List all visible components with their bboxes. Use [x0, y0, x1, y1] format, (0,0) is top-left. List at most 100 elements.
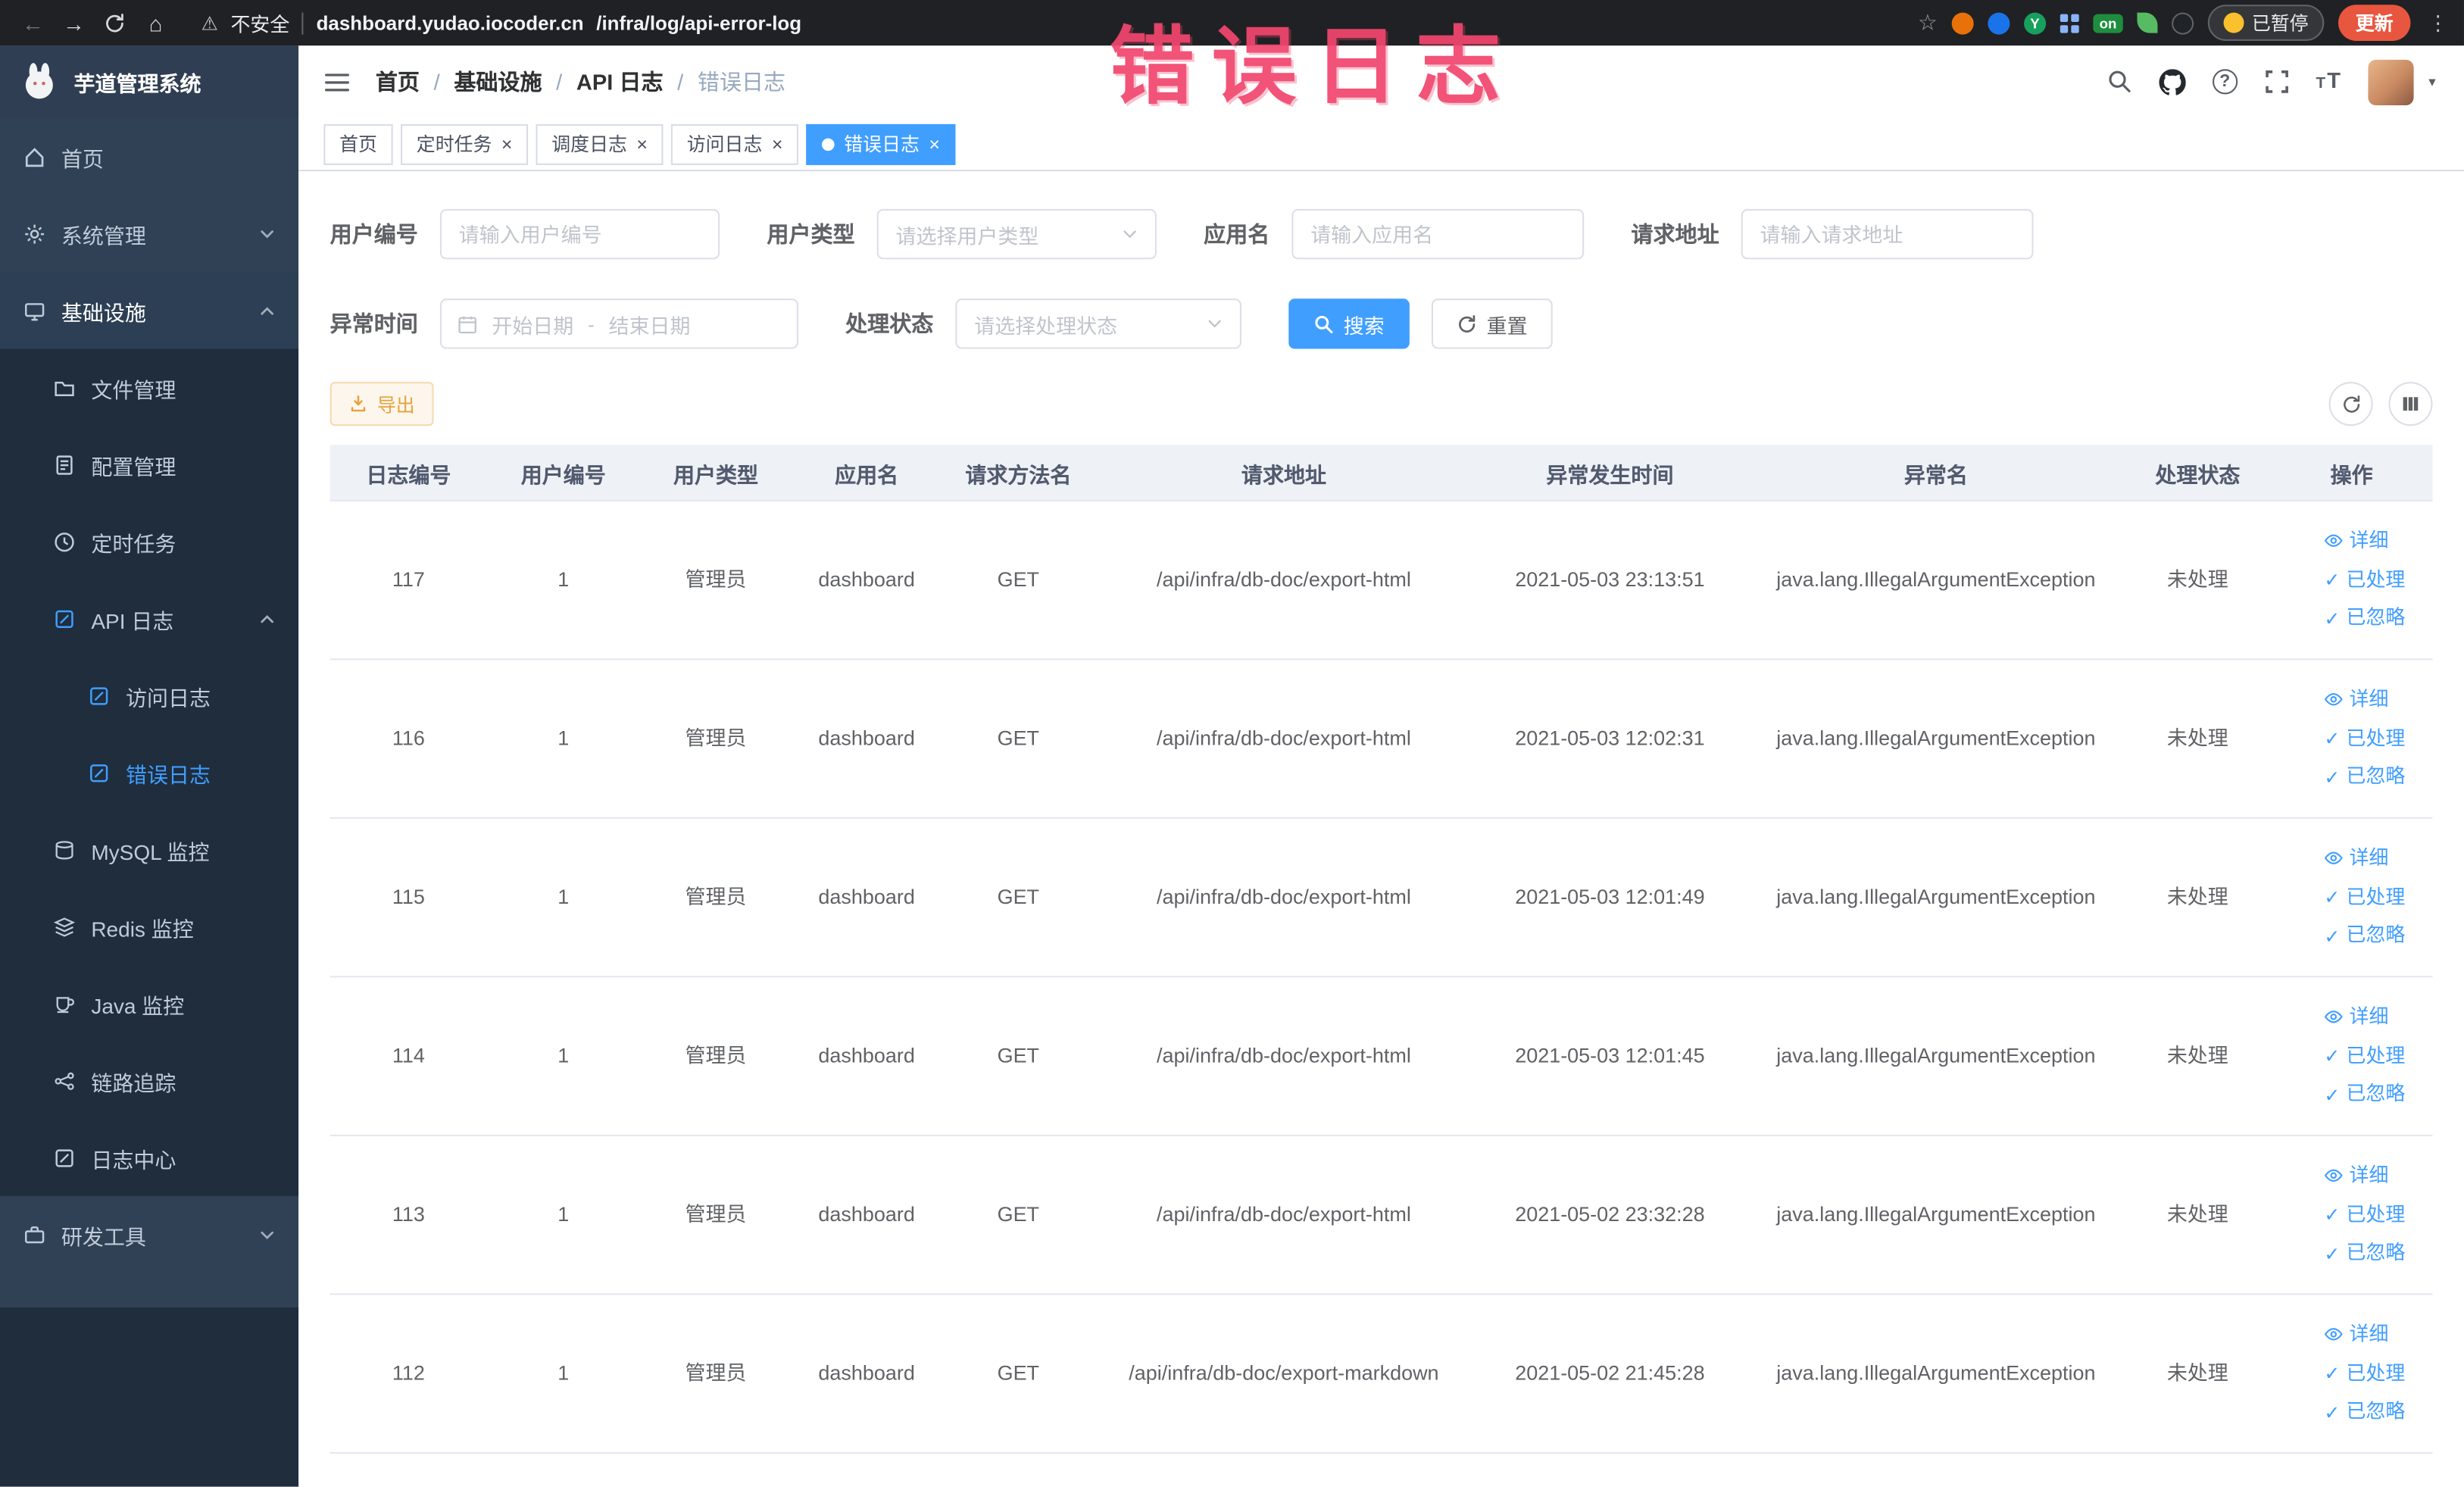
process-status-select[interactable]: 请选择处理状态	[955, 298, 1241, 349]
hamburger-icon[interactable]	[323, 68, 350, 95]
extension-icon-y[interactable]: Y	[2024, 11, 2047, 34]
sidebar-item-infrastructure[interactable]: 基础设施	[0, 271, 299, 349]
mark-ignored-link[interactable]: ✓ 已忽略	[2324, 923, 2405, 950]
sidebar-item-mysql-monitor[interactable]: MySQL 监控	[0, 811, 298, 888]
detail-link[interactable]: 详细	[2324, 686, 2388, 713]
mark-processed-link[interactable]: ✓ 已处理	[2324, 567, 2405, 593]
search-icon[interactable]	[2107, 69, 2132, 94]
tab-access-logs[interactable]: 访问日志 ×	[671, 123, 799, 164]
browser-back-icon[interactable]: ←	[16, 10, 51, 35]
mark-processed-link[interactable]: ✓ 已处理	[2324, 1201, 2405, 1228]
download-icon	[349, 395, 368, 414]
mark-processed-link[interactable]: ✓ 已处理	[2324, 1043, 2405, 1070]
extension-paw-icon[interactable]	[2172, 11, 2194, 34]
tab-scheduled-tasks[interactable]: 定时任务 ×	[401, 123, 529, 164]
breadcrumb-home[interactable]: 首页	[376, 66, 420, 97]
sidebar-item-home[interactable]: 首页	[0, 118, 298, 195]
tab-error-logs[interactable]: 错误日志 ×	[806, 123, 956, 164]
sidebar-item-scheduled-tasks[interactable]: 定时任务	[0, 503, 298, 580]
sidebar-item-error-logs[interactable]: 错误日志	[0, 734, 298, 811]
sidebar-item-redis-monitor[interactable]: Redis 监控	[0, 888, 298, 965]
breadcrumb-api-logs[interactable]: API 日志	[576, 66, 664, 97]
reset-button[interactable]: 重置	[1431, 298, 1553, 349]
extension-leaf-icon[interactable]	[2137, 12, 2158, 33]
mark-ignored-link[interactable]: ✓ 已忽略	[2324, 1082, 2405, 1108]
address-bar[interactable]: ⚠ 不安全 dashboard.yudao.iocoder.cn/infra/l…	[201, 8, 801, 37]
sidebar-item-config-management[interactable]: 配置管理	[0, 426, 298, 503]
mark-ignored-link[interactable]: ✓ 已忽略	[2324, 1241, 2405, 1267]
browser-menu-icon[interactable]: ⋮	[2428, 10, 2448, 35]
user-type-select[interactable]: 请选择用户类型	[876, 208, 1157, 260]
mark-ignored-link[interactable]: ✓ 已忽略	[2324, 764, 2405, 791]
browser-reload-icon[interactable]	[98, 12, 133, 34]
font-size-icon[interactable]: TT	[2316, 67, 2343, 95]
mark-processed-link[interactable]: ✓ 已处理	[2324, 884, 2405, 911]
sidebar-item-system-management[interactable]: 系统管理	[0, 195, 298, 272]
folder-icon	[54, 376, 76, 398]
bookmark-star-icon[interactable]: ☆	[1918, 9, 1938, 36]
extension-on-badge[interactable]: on	[2093, 13, 2123, 33]
sidebar-item-log-center[interactable]: 日志中心	[0, 1119, 298, 1196]
cell-exception-time: 2021-05-03 23:13:51	[1515, 567, 1705, 592]
chevron-down-icon	[1207, 316, 1223, 332]
table-row: 115 1 管理员 dashboard GET /api/infra/db-do…	[329, 819, 2433, 978]
extension-icon-blue[interactable]	[1988, 11, 2010, 34]
cell-exception-time: 2021-05-02 23:32:28	[1515, 1202, 1705, 1226]
refresh-table-button[interactable]	[2328, 382, 2373, 426]
detail-link[interactable]: 详细	[2324, 527, 2388, 554]
close-icon[interactable]: ×	[929, 133, 940, 155]
mark-processed-link[interactable]: ✓ 已处理	[2324, 1360, 2405, 1387]
close-icon[interactable]: ×	[636, 133, 648, 155]
avatar-caret-icon[interactable]: ▾	[2428, 73, 2435, 90]
breadcrumb-error-logs: 错误日志	[697, 69, 786, 95]
tab-dispatch-logs[interactable]: 调度日志 ×	[536, 123, 664, 164]
sidebar-item-java-monitor[interactable]: Java 监控	[0, 965, 298, 1042]
date-range-picker[interactable]: 开始日期 - 结束日期	[439, 298, 798, 349]
cell-user-id: 1	[557, 1202, 570, 1226]
fullscreen-icon[interactable]	[2264, 69, 2289, 94]
sidebar-item-api-logs[interactable]: API 日志	[0, 580, 298, 658]
request-url-input[interactable]	[1741, 208, 2034, 260]
emoji-face-icon	[2223, 12, 2244, 33]
cell-status: 未处理	[2166, 1043, 2228, 1068]
monitor-icon	[23, 299, 45, 321]
user-id-input[interactable]	[439, 208, 720, 260]
column-settings-button[interactable]	[2388, 382, 2433, 426]
detail-link[interactable]: 详细	[2324, 1321, 2388, 1348]
table-row: 112 1 管理员 dashboard GET /api/infra/db-do…	[329, 1295, 2433, 1454]
cell-request-url: /api/infra/db-doc/export-html	[1157, 1202, 1411, 1226]
detail-link[interactable]: 详细	[2324, 1004, 2388, 1030]
sidebar-item-access-logs[interactable]: 访问日志	[0, 657, 298, 734]
sidebar-item-dev-tools[interactable]: 研发工具	[0, 1196, 298, 1273]
help-icon[interactable]: ?	[2212, 69, 2238, 95]
mark-ignored-link[interactable]: ✓ 已忽略	[2324, 1399, 2405, 1426]
app-name-input[interactable]	[1291, 208, 1585, 260]
export-button[interactable]: 导出	[329, 382, 434, 426]
browser-forward-icon[interactable]: →	[57, 10, 92, 35]
table-tools	[2328, 382, 2433, 426]
eye-icon	[2324, 690, 2343, 709]
user-avatar[interactable]	[2369, 58, 2415, 105]
breadcrumb-infrastructure[interactable]: 基础设施	[454, 66, 542, 97]
browser-update-button[interactable]: 更新	[2338, 5, 2411, 41]
cell-actions: 详细 ✓ 已处理 ✓ 已忽略	[2271, 819, 2433, 976]
paused-pill[interactable]: 已暂停	[2207, 5, 2325, 41]
browser-home-icon[interactable]: ⌂	[139, 10, 173, 35]
col-actions: 操作	[2330, 462, 2373, 487]
sidebar-item-link-tracing[interactable]: 链路追踪	[0, 1042, 298, 1119]
close-icon[interactable]: ×	[501, 133, 513, 155]
close-icon[interactable]: ×	[772, 133, 783, 155]
cell-user-id: 1	[557, 1361, 570, 1385]
sidebar-item-file-management[interactable]: 文件管理	[0, 349, 298, 426]
col-exception-time: 异常发生时间	[1546, 462, 1674, 487]
mark-ignored-link[interactable]: ✓ 已忽略	[2324, 606, 2405, 633]
extension-icon-orange[interactable]	[1951, 11, 1974, 34]
detail-link[interactable]: 详细	[2324, 1163, 2388, 1189]
github-icon[interactable]	[2159, 68, 2186, 95]
chevron-down-icon	[1122, 226, 1138, 242]
mark-processed-link[interactable]: ✓ 已处理	[2324, 726, 2405, 752]
tab-home[interactable]: 首页	[323, 123, 393, 164]
search-button[interactable]: 搜索	[1288, 298, 1410, 349]
detail-link[interactable]: 详细	[2324, 845, 2388, 871]
extensions-grid-icon[interactable]	[2060, 13, 2079, 33]
